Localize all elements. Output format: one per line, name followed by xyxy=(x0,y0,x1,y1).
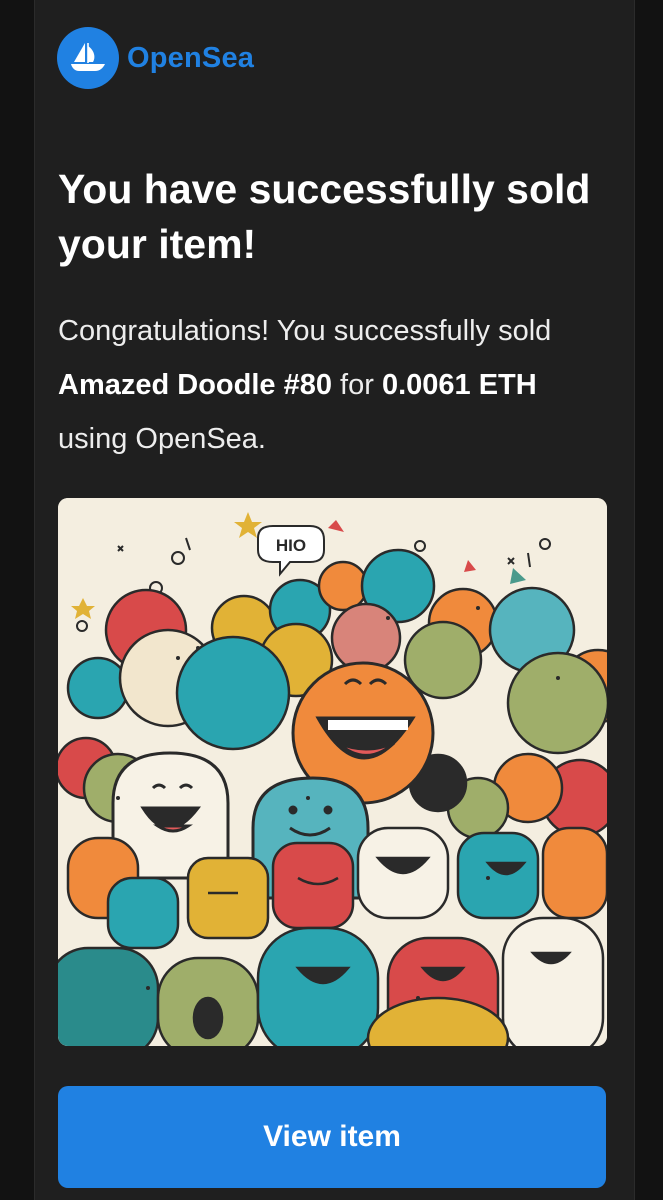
message-intro: Congratulations! You successfully sold xyxy=(58,315,552,347)
message-for: for xyxy=(331,369,382,401)
sale-price: 0.0061 ETH xyxy=(381,369,537,401)
view-item-button[interactable]: View item xyxy=(58,1086,606,1188)
brand-name: OpenSea xyxy=(127,41,255,74)
opensea-boat-icon xyxy=(57,27,119,89)
email-message: Congratulations! You successfully sold A… xyxy=(58,304,603,466)
doodle-artwork: HIO xyxy=(58,498,607,1046)
item-name: Amazed Doodle #80 xyxy=(58,369,332,401)
nft-image[interactable]: HIO xyxy=(58,498,607,1046)
email-title: You have successfully sold your item! xyxy=(58,166,591,267)
email-card: OpenSea You have successfully sold your … xyxy=(34,0,635,1200)
message-outro: using OpenSea. xyxy=(58,423,266,455)
brand-header[interactable]: OpenSea xyxy=(57,27,254,89)
speech-text: HIO xyxy=(276,536,306,555)
